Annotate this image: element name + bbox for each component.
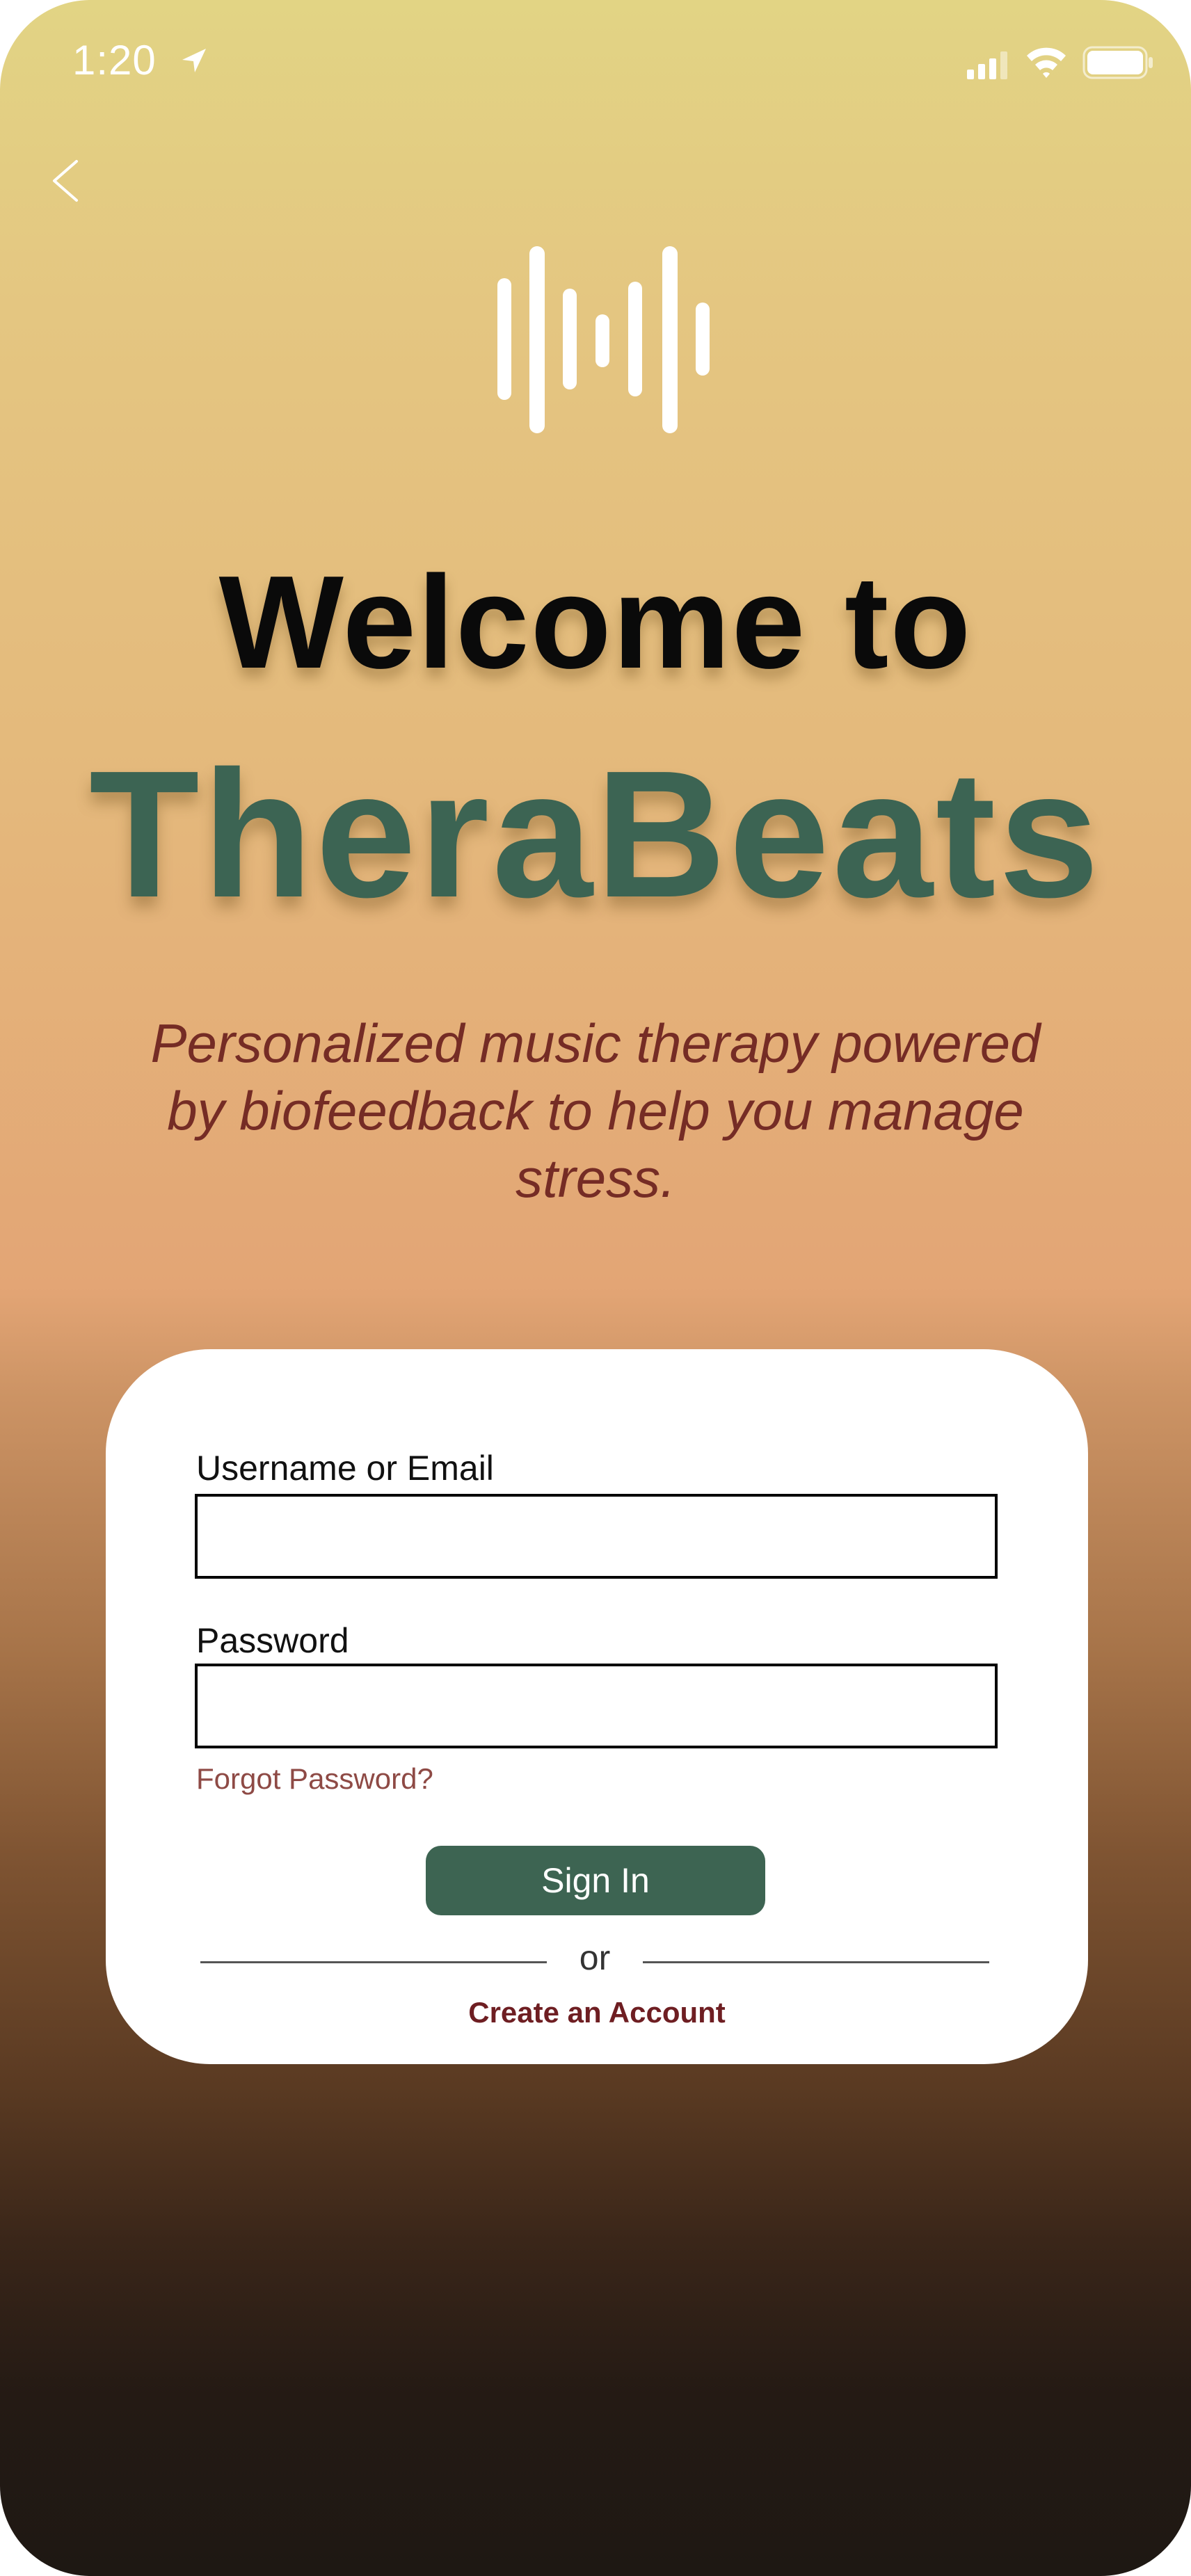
create-account-link[interactable]: Create an Account xyxy=(106,1996,1088,2029)
divider-line-left xyxy=(200,1961,547,1963)
brand-title: TheraBeats xyxy=(88,734,1103,935)
tagline: Personalized music therapy powered by bi… xyxy=(150,1013,1041,1209)
cellular-signal-icon xyxy=(967,51,1007,79)
login-card: Username or Email Password Forgot Passwo… xyxy=(106,1349,1088,2064)
wifi-icon xyxy=(1027,47,1066,78)
back-button[interactable] xyxy=(42,153,90,209)
username-label: Username or Email xyxy=(196,1449,494,1488)
divider-or: or xyxy=(579,1938,611,1977)
welcome-heading: Welcome to xyxy=(218,549,973,696)
app-screen: 1:20 Welcome to TheraBeats Personalized … xyxy=(0,0,1191,2576)
password-input[interactable] xyxy=(195,1664,998,1748)
chevron-left-icon xyxy=(53,160,78,202)
password-label: Password xyxy=(196,1621,349,1660)
username-input[interactable] xyxy=(195,1494,998,1579)
sound-wave-icon xyxy=(497,246,710,433)
sign-in-button[interactable]: Sign In xyxy=(426,1846,765,1915)
status-time: 1:20 xyxy=(72,37,157,83)
battery-icon xyxy=(1082,46,1153,79)
divider-line-right xyxy=(643,1961,989,1963)
location-arrow-icon xyxy=(182,49,206,72)
forgot-password-link[interactable]: Forgot Password? xyxy=(196,1762,433,1796)
